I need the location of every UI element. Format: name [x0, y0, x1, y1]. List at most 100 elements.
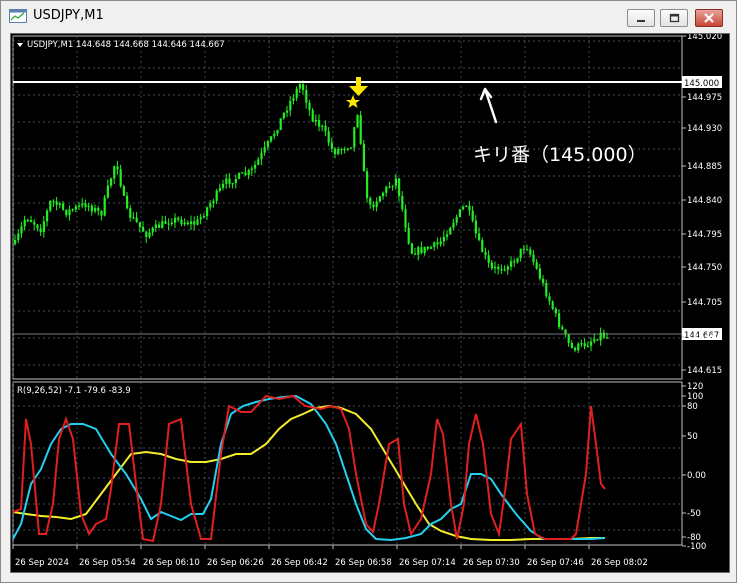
candle-body	[273, 133, 276, 137]
candle-body	[439, 241, 442, 245]
price-tick-label: 144.615	[687, 366, 722, 376]
candle-body	[545, 282, 548, 297]
candle-body	[282, 112, 285, 119]
candle-body	[423, 246, 426, 253]
time-tick-label: 26 Sep 06:58	[335, 558, 392, 568]
title-bar[interactable]: USDJPY,M1	[1, 1, 736, 33]
candle-body	[132, 217, 135, 219]
candle-body	[362, 143, 365, 172]
candle-body	[23, 219, 26, 227]
candle-body	[398, 178, 401, 197]
candle-body	[167, 223, 170, 225]
candle-body	[519, 248, 522, 259]
candle-body	[548, 296, 551, 302]
candle-body	[126, 195, 129, 209]
candle-body	[202, 216, 205, 218]
indicator-line-mid	[12, 394, 606, 542]
candle-body	[430, 246, 433, 249]
candle-body	[586, 345, 589, 347]
chart-window: USDJPY,M1 145.000 144.667 145.020144.97	[0, 0, 737, 583]
time-tick-label: 26 Sep 07:46	[527, 558, 584, 568]
candle-body	[484, 252, 487, 256]
candle-body	[42, 221, 45, 233]
minimize-button[interactable]	[627, 9, 655, 27]
indicator-tick-label: 80	[687, 402, 698, 412]
candle-body	[145, 231, 148, 238]
candle-body	[62, 203, 65, 210]
candle-body	[305, 90, 308, 103]
candle-body	[532, 254, 535, 263]
chart-area[interactable]: 145.000 144.667 145.020 144.975 144.930 144…	[10, 32, 730, 573]
candle-body	[359, 115, 362, 144]
candle-body	[471, 210, 474, 221]
candle-body	[462, 206, 465, 210]
price-pane-border	[12, 35, 683, 380]
candle-body	[250, 168, 253, 171]
candle-body	[340, 148, 343, 151]
time-tick-label: 26 Sep 07:30	[463, 558, 520, 568]
star-marker-icon	[346, 95, 360, 108]
candle-body	[113, 166, 116, 179]
candle-body	[516, 258, 519, 263]
candle-body	[330, 142, 333, 149]
candle-body	[241, 172, 244, 174]
price-candles	[14, 80, 609, 354]
chart-canvas[interactable]: 145.000 144.667 145.020144.975144.930144…	[11, 32, 729, 572]
candle-body	[414, 253, 417, 255]
candle-body	[55, 201, 58, 205]
indicator-tick-label: -50	[687, 509, 701, 519]
price-tick-label: 144.795	[687, 230, 722, 240]
candle-body	[90, 205, 93, 212]
candle-body	[526, 249, 529, 251]
candle-body	[17, 233, 20, 241]
price-tick-label: 144.750	[687, 263, 722, 273]
close-button[interactable]	[695, 9, 723, 27]
time-tick-label: 26 Sep 2024	[15, 558, 69, 568]
candle-body	[452, 222, 455, 228]
candle-body	[302, 84, 305, 91]
candle-body	[148, 232, 151, 238]
candle-body	[68, 209, 71, 216]
candle-body	[20, 226, 23, 234]
candle-body	[190, 221, 193, 225]
candle-body	[196, 219, 199, 225]
price-tick-label: 144.705	[687, 298, 722, 308]
candle-body	[458, 209, 461, 217]
time-tick-label: 26 Sep 06:26	[207, 558, 264, 568]
candle-body	[497, 266, 500, 270]
time-tick-label: 26 Sep 05:54	[79, 558, 136, 568]
maximize-button[interactable]	[660, 9, 688, 27]
candle-body	[222, 183, 225, 188]
candle-body	[247, 170, 250, 176]
candle-body	[270, 136, 273, 142]
price-tick-label: 144.885	[687, 162, 722, 172]
candle-body	[87, 205, 90, 208]
candle-body	[433, 242, 436, 247]
candle-body	[407, 227, 410, 244]
annotation-text: キリ番（145.000）	[473, 144, 647, 166]
candle-body	[455, 216, 458, 223]
candle-body	[417, 247, 420, 255]
candle-body	[295, 88, 298, 99]
candle-body	[97, 208, 100, 211]
indicator-tick-label: 120	[687, 382, 703, 392]
candle-body	[174, 217, 177, 223]
candle-body	[481, 240, 484, 253]
candle-body	[158, 224, 161, 228]
candle-body	[465, 205, 468, 207]
candle-body	[14, 240, 17, 244]
candle-body	[78, 205, 81, 207]
candle-body	[529, 249, 532, 255]
indicator-line-slow	[12, 404, 605, 541]
time-axis: 26 Sep 2024 26 Sep 05:54 26 Sep 06:10 26 Se…	[12, 545, 648, 568]
candle-body	[426, 246, 429, 249]
candle-body	[142, 226, 145, 232]
chart-menu-triangle-icon[interactable]	[17, 43, 23, 47]
candle-body	[33, 221, 36, 225]
indicator-tick-label: 100	[687, 392, 703, 402]
candle-body	[590, 341, 593, 346]
candle-body	[503, 269, 506, 271]
candle-body	[52, 200, 55, 203]
minimize-icon	[637, 20, 645, 22]
candle-body	[177, 217, 180, 220]
